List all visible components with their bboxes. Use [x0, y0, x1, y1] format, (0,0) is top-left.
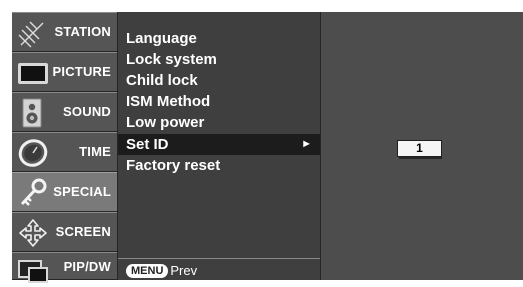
tab-screen[interactable]: SCREEN — [12, 212, 117, 252]
menu-item-label: Low power — [126, 114, 205, 131]
pip-icon — [15, 255, 51, 287]
tab-station[interactable]: STATION — [12, 12, 117, 52]
osd-menu: STATION PICTURE SOUND TIME SPECIAL SCREE… — [12, 12, 523, 283]
set-id-value-field[interactable]: 1 — [397, 140, 442, 157]
menu-item-language[interactable]: Language — [118, 28, 320, 49]
tab-label: PIP/DW — [63, 259, 111, 274]
menu-footer-divider — [118, 258, 320, 259]
tab-label: STATION — [54, 24, 111, 39]
tab-picture[interactable]: PICTURE — [12, 52, 117, 92]
tab-sound[interactable]: SOUND — [12, 92, 117, 132]
menu-item-child-lock[interactable]: Child lock — [118, 70, 320, 91]
monitor-icon — [15, 57, 51, 89]
tab-label: SPECIAL — [53, 184, 111, 199]
move-arrows-icon — [15, 217, 51, 249]
menu-item-label: Set ID — [126, 136, 169, 153]
menu-item-label: Lock system — [126, 51, 217, 68]
menu-item-factory-reset[interactable]: Factory reset — [118, 155, 320, 176]
antenna-icon — [15, 17, 51, 49]
tab-special[interactable]: SPECIAL — [12, 172, 117, 212]
menu-item-lock-system[interactable]: Lock system — [118, 49, 320, 70]
value-field-shadow — [399, 157, 442, 159]
value-panel: 1 — [321, 12, 523, 280]
menu-footer[interactable]: MENU Prev — [126, 262, 197, 278]
chevron-right-icon: ► — [301, 138, 312, 150]
tab-label: SCREEN — [55, 224, 111, 239]
tab-time[interactable]: TIME — [12, 132, 117, 172]
prev-label: Prev — [170, 263, 198, 279]
tab-label: TIME — [79, 144, 111, 159]
menu-key-badge[interactable]: MENU — [126, 263, 169, 278]
menu-item-set-id[interactable]: Set ID ► — [118, 134, 320, 155]
menu-list-panel: Language Lock system Child lock ISM Meth… — [118, 12, 320, 280]
tab-pip-dw[interactable]: PIP/DW — [12, 252, 117, 283]
key-icon — [15, 177, 51, 209]
menu-item-label: ISM Method — [126, 93, 211, 110]
tab-label: SOUND — [63, 104, 111, 119]
tab-label: PICTURE — [52, 64, 111, 79]
menu-item-low-power[interactable]: Low power — [118, 112, 320, 133]
menu-item-label: Language — [126, 30, 197, 47]
category-tab-column: STATION PICTURE SOUND TIME SPECIAL SCREE… — [12, 12, 117, 283]
speaker-icon — [15, 97, 51, 129]
menu-item-label: Child lock — [126, 72, 198, 89]
menu-item-label: Factory reset — [126, 157, 221, 174]
menu-item-ism-method[interactable]: ISM Method — [118, 91, 320, 112]
clock-icon — [15, 137, 51, 169]
